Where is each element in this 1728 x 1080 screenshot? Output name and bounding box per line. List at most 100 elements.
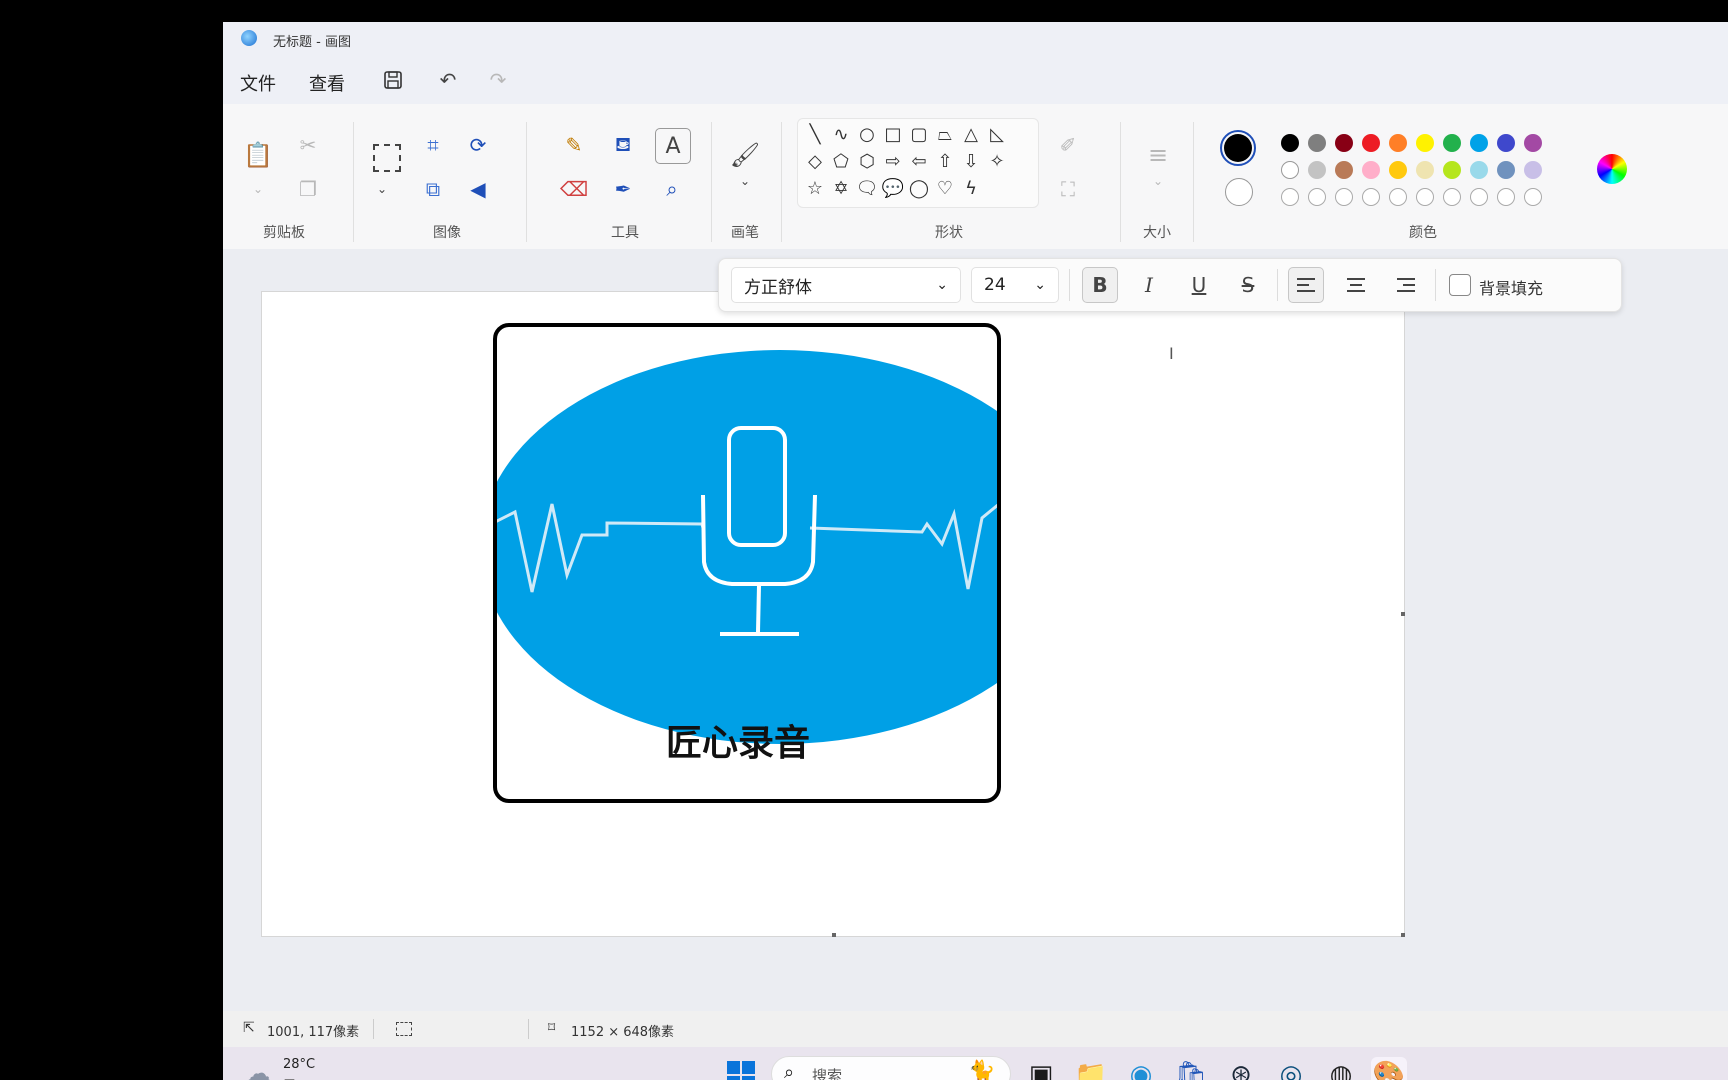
polygon-shape-icon[interactable]: ⏢ (932, 121, 958, 147)
custom-color-slot[interactable] (1497, 188, 1515, 206)
palette-color-swatch[interactable] (1362, 161, 1380, 179)
fill-icon[interactable]: ⛾ (608, 130, 638, 160)
chevron-down-icon[interactable]: ⌄ (1143, 166, 1173, 196)
resize-handle[interactable] (1401, 612, 1405, 616)
diamond-shape-icon[interactable]: ◇ (802, 148, 828, 174)
palette-color-swatch[interactable] (1362, 134, 1380, 152)
align-right-button[interactable] (1388, 267, 1424, 303)
callout-rect-shape-icon[interactable]: 🗨 (854, 175, 880, 201)
palette-color-swatch[interactable] (1281, 134, 1299, 152)
weather-icon[interactable]: ☁ (245, 1059, 271, 1080)
edge-browser-icon[interactable]: ◉ (1123, 1057, 1159, 1080)
store-icon[interactable]: 🛍 (1173, 1057, 1209, 1080)
palette-color-swatch[interactable] (1389, 134, 1407, 152)
secondary-color-swatch[interactable] (1225, 178, 1253, 206)
palette-color-swatch[interactable] (1281, 161, 1299, 179)
copy-icon[interactable]: ❐ (293, 174, 323, 204)
hexagon-shape-icon[interactable]: ⬡ (854, 148, 880, 174)
star6-shape-icon[interactable]: ✡ (828, 175, 854, 201)
bg-fill-checkbox[interactable] (1449, 274, 1471, 296)
italic-button[interactable]: I (1131, 267, 1167, 303)
arrow-down-shape-icon[interactable]: ⇩ (958, 148, 984, 174)
heart-shape-icon[interactable]: ♡ (932, 175, 958, 201)
arrow-left-shape-icon[interactable]: ⇦ (906, 148, 932, 174)
strikethrough-button[interactable]: S (1230, 267, 1266, 303)
save-icon[interactable] (378, 65, 408, 95)
file-explorer-icon[interactable]: 📁 (1073, 1057, 1109, 1080)
pencil-icon[interactable]: ✎ (559, 130, 589, 160)
custom-color-slot[interactable] (1416, 188, 1434, 206)
custom-color-slot[interactable] (1335, 188, 1353, 206)
palette-color-swatch[interactable] (1524, 134, 1542, 152)
flip-icon[interactable]: ◀ (463, 174, 493, 204)
rounded-rect-shape-icon[interactable]: ▢ (906, 121, 932, 147)
palette-color-swatch[interactable] (1443, 134, 1461, 152)
palette-color-swatch[interactable] (1335, 161, 1353, 179)
cut-icon[interactable]: ✂ (293, 130, 323, 160)
text-tool-icon[interactable]: A (655, 128, 691, 164)
underline-button[interactable]: U (1181, 267, 1217, 303)
callout-oval-shape-icon[interactable]: 💬 (880, 175, 906, 201)
bold-button[interactable]: B (1082, 267, 1118, 303)
windows-start-icon[interactable] (723, 1057, 759, 1080)
oval-shape-icon[interactable]: ○ (854, 121, 880, 147)
custom-color-slot[interactable] (1362, 188, 1380, 206)
arrow-right-shape-icon[interactable]: ⇨ (880, 148, 906, 174)
star4-shape-icon[interactable]: ✧ (984, 148, 1010, 174)
align-center-button[interactable] (1338, 267, 1374, 303)
chevron-down-icon[interactable]: ⌄ (243, 174, 273, 204)
line-shape-icon[interactable]: ╲ (802, 121, 828, 147)
resize-handle[interactable] (1401, 933, 1405, 937)
palette-color-swatch[interactable] (1443, 161, 1461, 179)
palette-color-swatch[interactable] (1470, 134, 1488, 152)
rectangle-shape-icon[interactable]: □ (880, 121, 906, 147)
edit-colors-icon[interactable] (1597, 154, 1627, 184)
palette-color-swatch[interactable] (1416, 161, 1434, 179)
redo-icon[interactable]: ↷ (483, 65, 513, 95)
palette-color-swatch[interactable] (1524, 161, 1542, 179)
palette-color-swatch[interactable] (1497, 161, 1515, 179)
drawing-canvas[interactable]: 匠心录音 I (261, 291, 1405, 937)
arrow-up-shape-icon[interactable]: ⇧ (932, 148, 958, 174)
menu-view[interactable]: 查看 (309, 70, 345, 96)
palette-color-swatch[interactable] (1497, 134, 1515, 152)
custom-color-slot[interactable] (1389, 188, 1407, 206)
select-icon[interactable] (373, 144, 401, 172)
palette-color-swatch[interactable] (1308, 134, 1326, 152)
chevron-down-icon[interactable]: ⌄ (367, 174, 397, 204)
palette-color-swatch[interactable] (1470, 161, 1488, 179)
star5-shape-icon[interactable]: ☆ (802, 175, 828, 201)
palette-color-swatch[interactable] (1389, 161, 1407, 179)
font-family-select[interactable]: 方正舒体 ⌄ (731, 267, 961, 303)
color-picker-icon[interactable]: ✒ (608, 174, 638, 204)
app-ring-icon[interactable]: ◎ (1273, 1057, 1309, 1080)
chevron-down-icon[interactable]: ⌄ (730, 166, 760, 196)
lightning-shape-icon[interactable]: ϟ (958, 175, 984, 201)
align-left-button[interactable] (1288, 267, 1324, 303)
rotate-icon[interactable]: ⟳ (463, 130, 493, 160)
menu-file[interactable]: 文件 (240, 70, 276, 96)
paint-taskbar-icon[interactable]: 🎨 (1371, 1057, 1407, 1080)
paste-icon[interactable]: 📋 (243, 140, 273, 170)
undo-icon[interactable]: ↶ (433, 65, 463, 95)
font-size-select[interactable]: 24 ⌄ (971, 267, 1059, 303)
obs-icon[interactable]: ◍ (1323, 1057, 1359, 1080)
magnifier-icon[interactable]: ⌕ (657, 174, 687, 204)
custom-color-slot[interactable] (1443, 188, 1461, 206)
crop-icon[interactable]: ⌗ (418, 130, 448, 160)
fill-style-icon[interactable]: ⛶ (1053, 174, 1083, 204)
resize-icon[interactable]: ⧉ (418, 174, 448, 204)
task-view-icon[interactable]: ▣ (1023, 1057, 1059, 1080)
palette-color-swatch[interactable] (1308, 161, 1326, 179)
outline-icon[interactable]: ✐ (1053, 130, 1083, 160)
primary-color-swatch[interactable] (1220, 130, 1256, 166)
custom-color-slot[interactable] (1524, 188, 1542, 206)
palette-color-swatch[interactable] (1416, 134, 1434, 152)
custom-color-slot[interactable] (1281, 188, 1299, 206)
pentagon-shape-icon[interactable]: ⬠ (828, 148, 854, 174)
triangle-shape-icon[interactable]: △ (958, 121, 984, 147)
cloud-callout-shape-icon[interactable]: ◯ (906, 175, 932, 201)
custom-color-slot[interactable] (1308, 188, 1326, 206)
custom-color-slot[interactable] (1470, 188, 1488, 206)
palette-color-swatch[interactable] (1335, 134, 1353, 152)
